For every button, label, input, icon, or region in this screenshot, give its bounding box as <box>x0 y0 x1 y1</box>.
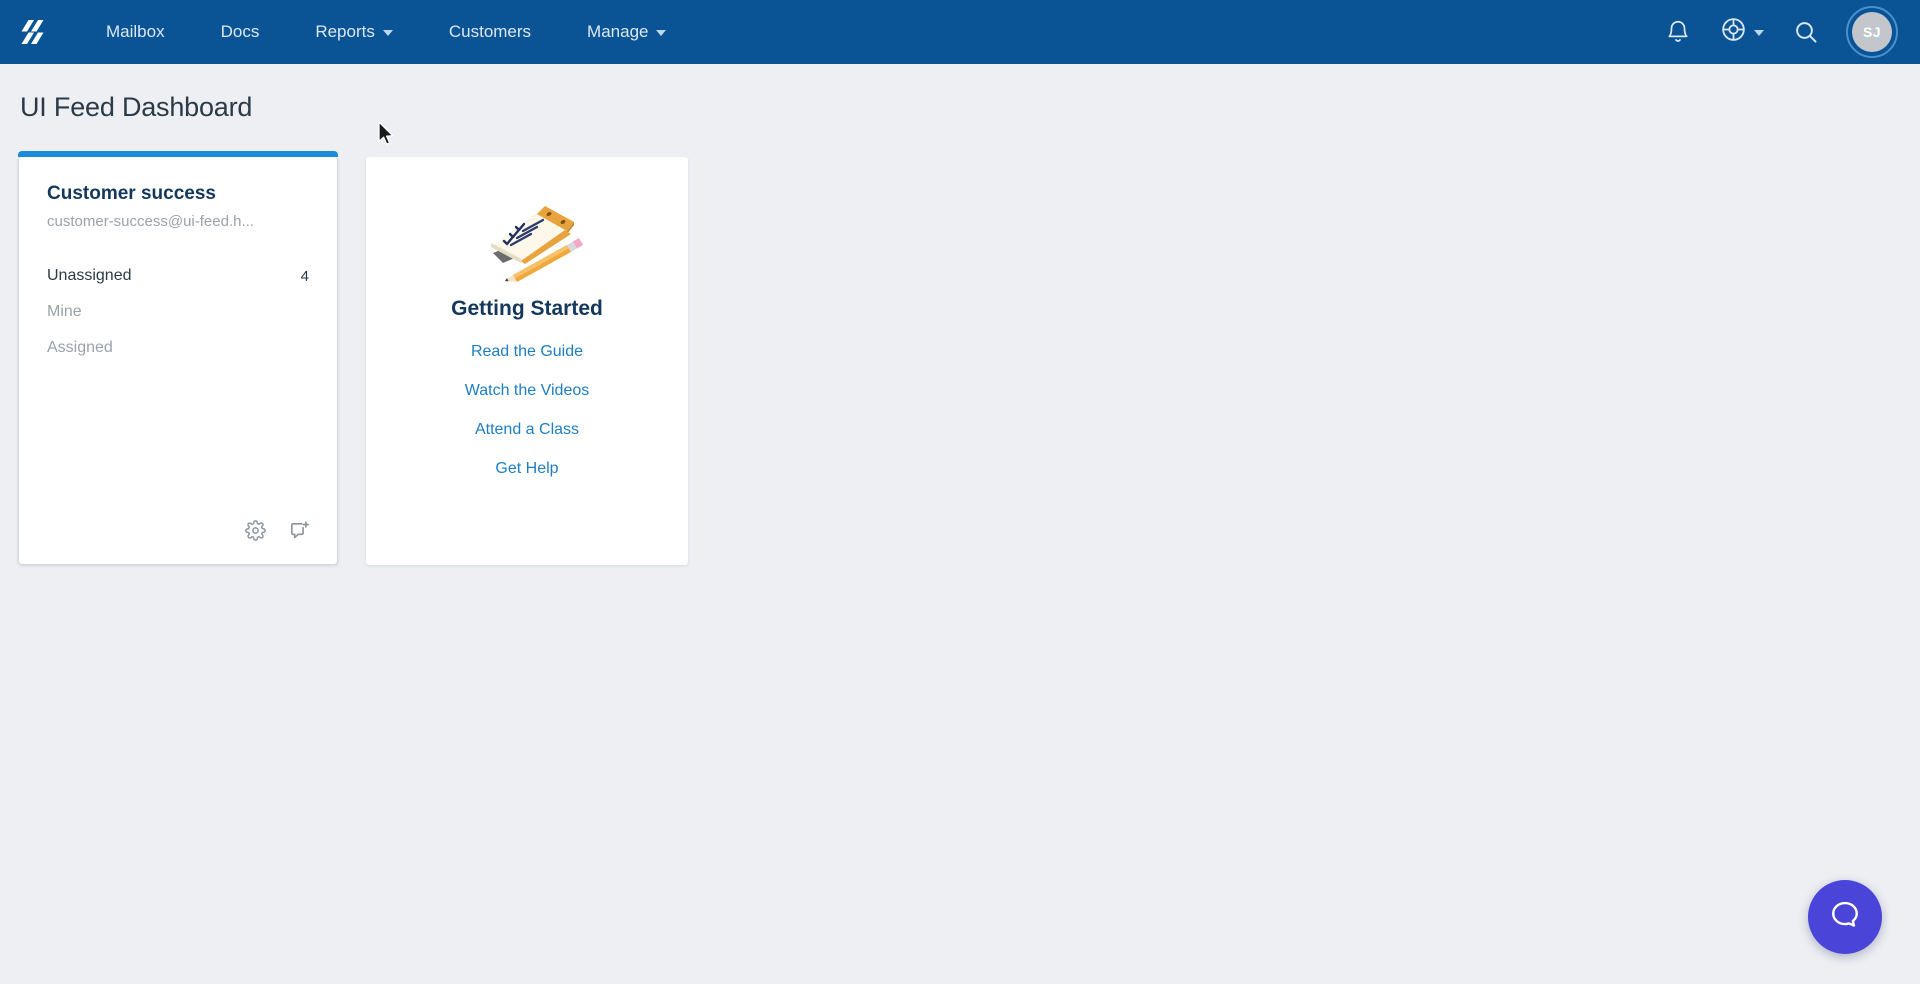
link-attend-a-class[interactable]: Attend a Class <box>475 421 579 439</box>
primary-nav-links: Mailbox Docs Reports Customers Manage <box>78 0 694 64</box>
lifebuoy-icon <box>1720 16 1747 48</box>
mailbox-card-footer <box>19 519 337 564</box>
beacon-help-button[interactable] <box>1808 880 1882 954</box>
avatar: SJ <box>1852 12 1892 52</box>
mailbox-name[interactable]: Customer success <box>47 183 309 205</box>
mailbox-card: Customer success customer-success@ui-fee… <box>18 151 338 565</box>
nav-item-label: Reports <box>315 22 375 41</box>
new-conversation-icon[interactable] <box>288 519 311 542</box>
helpscout-logo-icon[interactable] <box>14 13 52 51</box>
search-button[interactable] <box>1778 0 1834 64</box>
nav-item-customers[interactable]: Customers <box>421 0 559 64</box>
folder-count: 4 <box>300 267 309 285</box>
gear-icon[interactable] <box>245 520 266 541</box>
link-watch-the-videos[interactable]: Watch the Videos <box>465 382 590 400</box>
bell-icon <box>1665 19 1691 45</box>
folder-row-unassigned[interactable]: Unassigned 4 <box>47 258 309 294</box>
mailbox-email: customer-success@ui-feed.h... <box>47 213 254 230</box>
mailbox-card-body: Customer success customer-success@ui-fee… <box>19 157 337 519</box>
dashboard-page: UI Feed Dashboard Customer success custo… <box>0 64 1920 984</box>
nav-item-mailbox[interactable]: Mailbox <box>78 0 193 64</box>
nav-item-docs[interactable]: Docs <box>193 0 288 64</box>
nav-item-manage[interactable]: Manage <box>559 0 694 64</box>
chevron-down-icon <box>382 30 393 36</box>
link-get-help[interactable]: Get Help <box>495 460 558 478</box>
chevron-down-icon <box>1754 30 1764 36</box>
folder-row-assigned[interactable]: Assigned <box>47 330 309 366</box>
chevron-down-icon <box>656 30 667 36</box>
nav-item-label: Customers <box>448 22 532 41</box>
nav-item-label: Docs <box>220 22 260 41</box>
notepad-pencil-illustration <box>467 191 587 283</box>
nav-item-reports[interactable]: Reports <box>287 0 421 64</box>
page-title: UI Feed Dashboard <box>20 92 253 122</box>
mouse-cursor <box>377 121 397 152</box>
dashboard-cards-row: Customer success customer-success@ui-fee… <box>18 151 1920 565</box>
nav-item-label: Manage <box>587 22 649 41</box>
top-navigation-bar: Mailbox Docs Reports Customers Manage SJ <box>0 0 1920 64</box>
link-read-the-guide[interactable]: Read the Guide <box>471 343 583 361</box>
getting-started-title: Getting Started <box>451 297 603 320</box>
chat-bubble-icon <box>1828 898 1862 937</box>
nav-item-label: Mailbox <box>106 22 165 41</box>
folder-label: Mine <box>47 303 82 320</box>
notifications-button[interactable] <box>1650 0 1706 64</box>
user-avatar-button[interactable]: SJ <box>1846 6 1898 58</box>
search-icon <box>1793 19 1819 45</box>
folder-label: Assigned <box>47 339 113 356</box>
nav-right-cluster: SJ <box>1650 0 1898 64</box>
folder-row-mine[interactable]: Mine <box>47 294 309 330</box>
help-menu-button[interactable] <box>1706 0 1778 64</box>
folder-label: Unassigned <box>47 267 132 284</box>
getting-started-card: Getting Started Read the Guide Watch the… <box>366 157 688 565</box>
